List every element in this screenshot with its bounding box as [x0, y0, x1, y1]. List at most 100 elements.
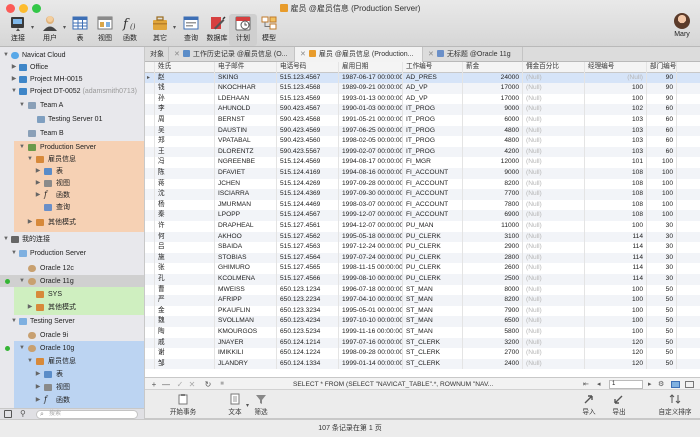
- table-cell[interactable]: 30: [647, 221, 677, 232]
- table-cell[interactable]: ST_CLERK: [403, 358, 463, 370]
- sidebar-item-production-server[interactable]: ▼ Production Server: [0, 142, 144, 153]
- row-marker[interactable]: [145, 252, 155, 264]
- table-cell[interactable]: 120: [585, 348, 647, 359]
- table-cell[interactable]: 邹: [155, 358, 215, 370]
- table-cell[interactable]: BERNST: [215, 115, 277, 126]
- row-marker[interactable]: [145, 93, 155, 105]
- table-cell[interactable]: 冯: [155, 157, 215, 168]
- row-marker[interactable]: [145, 316, 155, 327]
- table-cell[interactable]: 50: [647, 348, 677, 359]
- table-cell[interactable]: 2700: [463, 348, 523, 359]
- close-icon[interactable]: ✕: [174, 51, 180, 58]
- table-cell[interactable]: 100: [585, 221, 647, 232]
- row-marker[interactable]: [145, 210, 155, 221]
- sidebar-item-other-schemas[interactable]: ▶ 其他模式: [0, 217, 144, 228]
- connection-button[interactable]: 连接: [4, 14, 32, 46]
- table-cell[interactable]: SKING: [215, 72, 277, 84]
- sidebar-item-sys[interactable]: SYS: [0, 289, 144, 300]
- table-cell[interactable]: 100: [585, 83, 647, 94]
- table-cell[interactable]: 650.123.4234: [277, 316, 339, 327]
- filter-button[interactable]: 筛选: [251, 393, 271, 416]
- row-marker[interactable]: [145, 157, 155, 168]
- table-cell[interactable]: (Null): [523, 305, 585, 317]
- table-cell[interactable]: IT_PROG: [403, 115, 463, 126]
- table-cell[interactable]: 1997-04-10 00:00:00: [339, 295, 403, 306]
- table-cell[interactable]: 孔: [155, 274, 215, 285]
- table-cell[interactable]: AD_VP: [403, 93, 463, 105]
- row-marker[interactable]: [145, 178, 155, 190]
- sidebar-item-project-dt[interactable]: ▼ Project DT-0052 (adamsmith0713): [0, 86, 144, 97]
- row-marker[interactable]: [145, 168, 155, 179]
- table-cell[interactable]: (Null): [523, 189, 585, 200]
- table-cell[interactable]: (Null): [523, 284, 585, 296]
- table-cell[interactable]: 100: [585, 93, 647, 105]
- table-cell[interactable]: 1995-05-18 00:00:00: [339, 231, 403, 243]
- table-cell[interactable]: DLORENTZ: [215, 146, 277, 158]
- table-cell[interactable]: 1997-09-28 00:00:00: [339, 178, 403, 190]
- table-cell[interactable]: 1998-03-07 00:00:00: [339, 199, 403, 211]
- table-cell[interactable]: PU_MAN: [403, 221, 463, 232]
- model-button[interactable]: 模型: [255, 14, 283, 46]
- table-cell[interactable]: 515.127.4563: [277, 242, 339, 253]
- table-cell[interactable]: 108: [585, 189, 647, 200]
- row-marker[interactable]: [145, 125, 155, 137]
- function-button[interactable]: f() 函数: [116, 14, 144, 46]
- table-cell[interactable]: NGREENBE: [215, 157, 277, 168]
- column-header[interactable]: 薪金: [463, 62, 523, 73]
- table-cell[interactable]: 郑: [155, 136, 215, 147]
- table-cell[interactable]: (Null): [523, 242, 585, 253]
- table-cell[interactable]: IMIKKILI: [215, 348, 277, 359]
- table-cell[interactable]: 陶: [155, 327, 215, 338]
- table-row[interactable]: 郑 VPATABAL 590.423.4560 1998-02-05 00:00:00…: [145, 136, 700, 147]
- row-marker[interactable]: [145, 358, 155, 370]
- table-row[interactable]: 杨 JMURMAN 515.124.4469 1998-03-07 00:00:00 F…: [145, 199, 700, 211]
- sidebar-item-production-server-group[interactable]: ▼ Production Server: [0, 248, 144, 259]
- table-cell[interactable]: 1999-08-10 00:00:00: [339, 274, 403, 285]
- table-cell[interactable]: 650.124.1334: [277, 358, 339, 370]
- table-cell[interactable]: ST_CLERK: [403, 337, 463, 349]
- table-cell[interactable]: NKOCHHAR: [215, 83, 277, 94]
- chevron-right-icon[interactable]: ▶: [34, 178, 42, 189]
- table-cell[interactable]: ST_CLERK: [403, 348, 463, 359]
- sidebar-item-project-mh[interactable]: ▶ Project MH-0015: [0, 74, 144, 85]
- table-cell[interactable]: 1999-12-07 00:00:00: [339, 210, 403, 221]
- table-cell[interactable]: (Null): [523, 348, 585, 359]
- chevron-right-icon[interactable]: ▶: [34, 382, 42, 393]
- page-number-input[interactable]: 1: [609, 380, 643, 389]
- chevron-right-icon[interactable]: ▶: [34, 190, 42, 201]
- table-row[interactable]: 金 PKAUFLIN 650.123.3234 1995-05-01 00:00:00…: [145, 305, 700, 317]
- sidebar-item-tables[interactable]: ▶ 表: [0, 166, 144, 177]
- table-cell[interactable]: 650.124.1214: [277, 337, 339, 349]
- sidebar-item-my-connections[interactable]: ▼ 我的连接: [0, 234, 144, 245]
- table-cell[interactable]: 100: [647, 157, 677, 168]
- chevron-down-icon[interactable]: ▾: [31, 24, 34, 31]
- table-cell[interactable]: 515.124.4369: [277, 189, 339, 200]
- table-cell[interactable]: 戚: [155, 337, 215, 349]
- table-cell[interactable]: 钱: [155, 83, 215, 94]
- sidebar-item-functions[interactable]: ▶ f 函数: [0, 190, 144, 201]
- row-marker[interactable]: [145, 337, 155, 349]
- table-cell[interactable]: 12000: [463, 157, 523, 168]
- table-cell[interactable]: 100: [585, 295, 647, 306]
- table-cell[interactable]: (Null): [523, 157, 585, 168]
- table-cell[interactable]: 17000: [463, 83, 523, 94]
- close-icon[interactable]: ✕: [300, 51, 306, 58]
- table-cell[interactable]: PU_CLERK: [403, 242, 463, 253]
- row-marker[interactable]: [145, 104, 155, 115]
- table-cell[interactable]: ST_MAN: [403, 327, 463, 338]
- table-cell[interactable]: 严: [155, 295, 215, 306]
- table-cell[interactable]: 515.123.4569: [277, 93, 339, 105]
- row-marker[interactable]: [145, 274, 155, 285]
- table-cell[interactable]: 9000: [463, 104, 523, 115]
- table-cell[interactable]: 100: [585, 327, 647, 338]
- table-cell[interactable]: 590.423.4560: [277, 136, 339, 147]
- table-cell[interactable]: 114: [585, 231, 647, 243]
- sidebar-item-queries[interactable]: 查询: [0, 202, 144, 213]
- table-cell[interactable]: 1997-07-24 00:00:00: [339, 252, 403, 264]
- table-cell[interactable]: 7700: [463, 189, 523, 200]
- table-cell[interactable]: 6500: [463, 316, 523, 327]
- column-header[interactable]: 姓氏: [155, 62, 215, 73]
- table-cell[interactable]: 100: [647, 168, 677, 179]
- table-cell[interactable]: ISCIARRA: [215, 189, 277, 200]
- table-cell[interactable]: 60: [647, 115, 677, 126]
